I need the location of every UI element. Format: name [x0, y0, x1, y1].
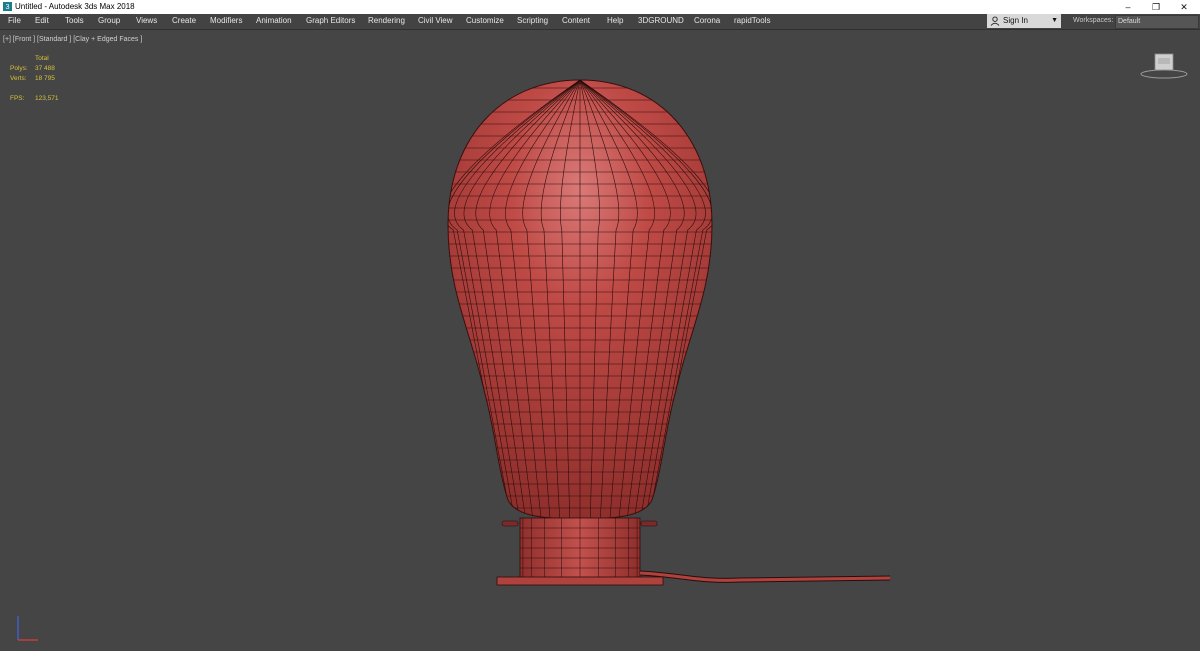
svg-text:3: 3	[6, 2, 10, 11]
menu-corona[interactable]: Corona	[694, 16, 720, 26]
sign-in-label: Sign In	[1003, 16, 1028, 25]
menu-create[interactable]: Create	[172, 16, 196, 26]
menu-rapidtools[interactable]: rapidTools	[734, 16, 770, 26]
restore-button[interactable]: ❐	[1142, 0, 1170, 14]
menu-3dground[interactable]: 3DGROUND	[638, 16, 684, 26]
workspaces-label: Workspaces:	[1073, 17, 1114, 24]
sign-in-button[interactable]: Sign In ▼	[987, 14, 1061, 28]
menu-file[interactable]: File	[8, 16, 21, 26]
title-bar: 3 Untitled - Autodesk 3ds Max 2018 – ❐ ✕	[0, 0, 1200, 14]
lamp-model[interactable]	[0, 30, 1200, 651]
menu-edit[interactable]: Edit	[35, 16, 49, 26]
viewcube-icon[interactable]	[1138, 50, 1190, 80]
menu-help[interactable]: Help	[607, 16, 623, 26]
menu-rendering[interactable]: Rendering	[368, 16, 405, 26]
menu-group[interactable]: Group	[98, 16, 120, 26]
menu-tools[interactable]: Tools	[65, 16, 84, 26]
lamp-cord	[639, 570, 891, 583]
window-title: Untitled - Autodesk 3ds Max 2018	[15, 2, 135, 11]
menu-modifiers[interactable]: Modifiers	[210, 16, 242, 26]
menu-scripting[interactable]: Scripting	[517, 16, 548, 26]
menu-civil-view[interactable]: Civil View	[418, 16, 453, 26]
user-icon	[990, 16, 1000, 26]
menu-animation[interactable]: Animation	[256, 16, 292, 26]
axis-tripod-icon	[17, 616, 38, 641]
menu-views[interactable]: Views	[136, 16, 157, 26]
close-button[interactable]: ✕	[1170, 0, 1198, 14]
chevron-down-icon: ▼	[1051, 17, 1058, 24]
front-viewport[interactable]: [+] [Front ] [Standard ] [Clay + Edged F…	[0, 29, 1200, 651]
workspaces-select[interactable]: Default	[1115, 15, 1199, 29]
menu-content[interactable]: Content	[562, 16, 590, 26]
bulb-body	[447, 79, 713, 520]
minimize-button[interactable]: –	[1114, 0, 1142, 14]
menu-graph-editors[interactable]: Graph Editors	[306, 16, 355, 26]
lamp-base	[496, 517, 664, 586]
menu-customize[interactable]: Customize	[466, 16, 504, 26]
app-icon: 3	[3, 2, 12, 11]
workspaces-value: Default	[1118, 18, 1141, 25]
